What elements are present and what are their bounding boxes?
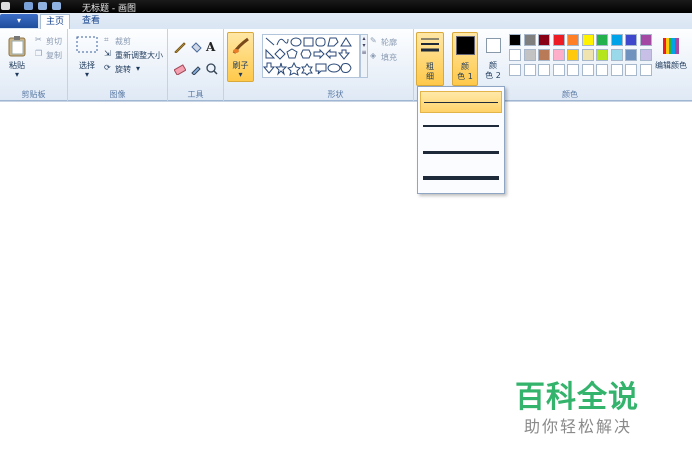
copy-button[interactable]: 复制 bbox=[46, 50, 62, 61]
palette-swatch[interactable] bbox=[610, 49, 623, 61]
cut-icon[interactable]: ✂ bbox=[35, 35, 42, 44]
select-dropdown-arrow[interactable]: ▾ bbox=[72, 70, 102, 79]
edit-colors-button[interactable]: 编辑颜色 bbox=[655, 60, 687, 71]
palette-swatch[interactable] bbox=[523, 34, 536, 46]
edit-colors-icon[interactable] bbox=[662, 37, 680, 55]
eraser-icon[interactable] bbox=[174, 63, 186, 75]
palette-swatch[interactable] bbox=[596, 64, 608, 76]
paste-icon[interactable] bbox=[8, 35, 26, 57]
line-size-option-3[interactable] bbox=[420, 141, 502, 163]
line-size-option-4[interactable] bbox=[420, 167, 502, 189]
palette-swatch[interactable] bbox=[581, 64, 594, 76]
palette-swatch[interactable] bbox=[538, 64, 550, 76]
palette-swatch[interactable] bbox=[596, 34, 608, 46]
tab-home[interactable]: 主页 bbox=[40, 14, 70, 29]
line-size-option-1[interactable] bbox=[420, 91, 502, 113]
color1-swatch bbox=[456, 36, 475, 55]
color-picker-icon[interactable] bbox=[190, 63, 202, 75]
palette-swatch[interactable] bbox=[625, 49, 637, 61]
palette-swatch[interactable] bbox=[639, 64, 652, 76]
palette-swatch[interactable] bbox=[610, 64, 623, 76]
outline-button[interactable]: 轮廓 bbox=[381, 37, 397, 48]
line-size-dropdown bbox=[417, 86, 505, 194]
pencil-icon[interactable] bbox=[174, 41, 186, 53]
palette-swatch[interactable] bbox=[625, 34, 637, 46]
ribbon-tab-bar: ▾ 主页 查看 bbox=[0, 13, 692, 29]
palette-swatch[interactable] bbox=[538, 49, 550, 61]
rotate-dropdown-arrow[interactable]: ▾ bbox=[136, 64, 140, 73]
color2-swatch bbox=[486, 38, 501, 53]
resize-icon[interactable]: ⇲ bbox=[104, 49, 111, 58]
shapes-gallery-icons[interactable] bbox=[262, 35, 359, 77]
palette-swatch[interactable] bbox=[552, 49, 565, 61]
rotate-button[interactable]: 旋转 bbox=[115, 64, 131, 75]
watermark-subtitle: 助你轻松解决 bbox=[524, 417, 633, 436]
brush-icon bbox=[232, 37, 249, 54]
image-group: 选择 ▾ ⌗ 裁剪 ⇲ 重新调整大小 ⟳ 旋转 ▾ 图像 bbox=[68, 29, 168, 101]
tab-view[interactable]: 查看 bbox=[78, 14, 104, 29]
text-tool-icon[interactable]: A bbox=[206, 40, 215, 54]
brushes-dropdown-arrow: ▾ bbox=[238, 70, 243, 79]
tools-group: A 工具 bbox=[168, 29, 224, 101]
palette-swatch[interactable] bbox=[581, 49, 594, 61]
redo-icon[interactable] bbox=[52, 2, 61, 10]
shapes-group: ▴ ▾ ≡ ✎ 轮廓 ◈ 填充 形状 bbox=[258, 29, 414, 101]
palette-swatch[interactable] bbox=[538, 34, 550, 46]
color2-label-line2: 色 2 bbox=[485, 71, 501, 80]
palette-swatch[interactable] bbox=[509, 49, 521, 61]
undo-icon[interactable] bbox=[38, 2, 47, 10]
palette-swatch[interactable] bbox=[610, 34, 623, 46]
palette-swatch[interactable] bbox=[509, 34, 521, 46]
fill-icon[interactable]: ◈ bbox=[370, 51, 376, 60]
watermark-title: 百科全说 bbox=[515, 380, 639, 415]
size-button[interactable]: 粗 细 bbox=[416, 32, 444, 86]
color1-button[interactable]: 颜 色 1 bbox=[452, 32, 478, 86]
palette-swatch[interactable] bbox=[567, 49, 579, 61]
paint-app-icon[interactable] bbox=[1, 2, 10, 10]
select-icon[interactable] bbox=[76, 36, 98, 54]
palette-swatch[interactable] bbox=[639, 34, 652, 46]
crop-button[interactable]: 裁剪 bbox=[115, 36, 131, 47]
palette-swatch[interactable] bbox=[509, 64, 521, 76]
rotate-icon[interactable]: ⟳ bbox=[104, 63, 111, 72]
line-size-option-2[interactable] bbox=[420, 115, 502, 137]
line-size-icon bbox=[421, 38, 439, 52]
palette-swatch[interactable] bbox=[596, 49, 608, 61]
palette-swatch[interactable] bbox=[523, 64, 536, 76]
crop-icon[interactable]: ⌗ bbox=[104, 35, 109, 45]
image-group-label: 图像 bbox=[109, 90, 126, 99]
clipboard-group-label: 剪贴板 bbox=[21, 90, 46, 99]
shapes-gallery bbox=[262, 34, 360, 78]
shapes-gallery-scroll[interactable]: ▴ ▾ ≡ bbox=[360, 34, 368, 78]
cut-button[interactable]: 剪切 bbox=[46, 36, 62, 47]
palette-swatch[interactable] bbox=[567, 34, 579, 46]
title-bar: 无标题 - 画图 bbox=[0, 0, 692, 14]
fill-button[interactable]: 填充 bbox=[381, 52, 397, 63]
brushes-button[interactable]: 刷子 ▾ bbox=[227, 32, 254, 82]
clipboard-group: 粘贴 ▾ ✂ 剪切 ❐ 复制 剪贴板 bbox=[0, 29, 68, 101]
palette-swatch[interactable] bbox=[567, 64, 579, 76]
shapes-group-label: 形状 bbox=[327, 90, 344, 99]
outline-icon[interactable]: ✎ bbox=[370, 36, 377, 45]
palette-swatch[interactable] bbox=[552, 34, 565, 46]
magnifier-icon[interactable] bbox=[206, 63, 218, 75]
fill-bucket-icon[interactable] bbox=[190, 41, 202, 53]
paste-dropdown-arrow[interactable]: ▾ bbox=[2, 70, 32, 79]
palette-swatch[interactable] bbox=[523, 49, 536, 61]
palette-swatch[interactable] bbox=[625, 64, 637, 76]
palette-swatch[interactable] bbox=[581, 34, 594, 46]
palette-swatch[interactable] bbox=[552, 64, 565, 76]
ribbon: 粘贴 ▾ ✂ 剪切 ❐ 复制 剪贴板 选择 ▾ ⌗ 裁剪 ⇲ 重新调整大小 ⟳ … bbox=[0, 29, 692, 101]
save-icon[interactable] bbox=[24, 2, 33, 10]
color1-label-line2: 色 1 bbox=[457, 72, 473, 81]
color2-button[interactable]: 颜 色 2 bbox=[481, 32, 507, 86]
copy-icon[interactable]: ❐ bbox=[35, 49, 42, 58]
palette-swatch[interactable] bbox=[639, 49, 652, 61]
file-menu-button[interactable]: ▾ bbox=[0, 14, 38, 28]
size-label-line2: 细 bbox=[426, 72, 434, 81]
resize-button[interactable]: 重新调整大小 bbox=[115, 50, 163, 61]
tools-group-label: 工具 bbox=[187, 90, 204, 99]
